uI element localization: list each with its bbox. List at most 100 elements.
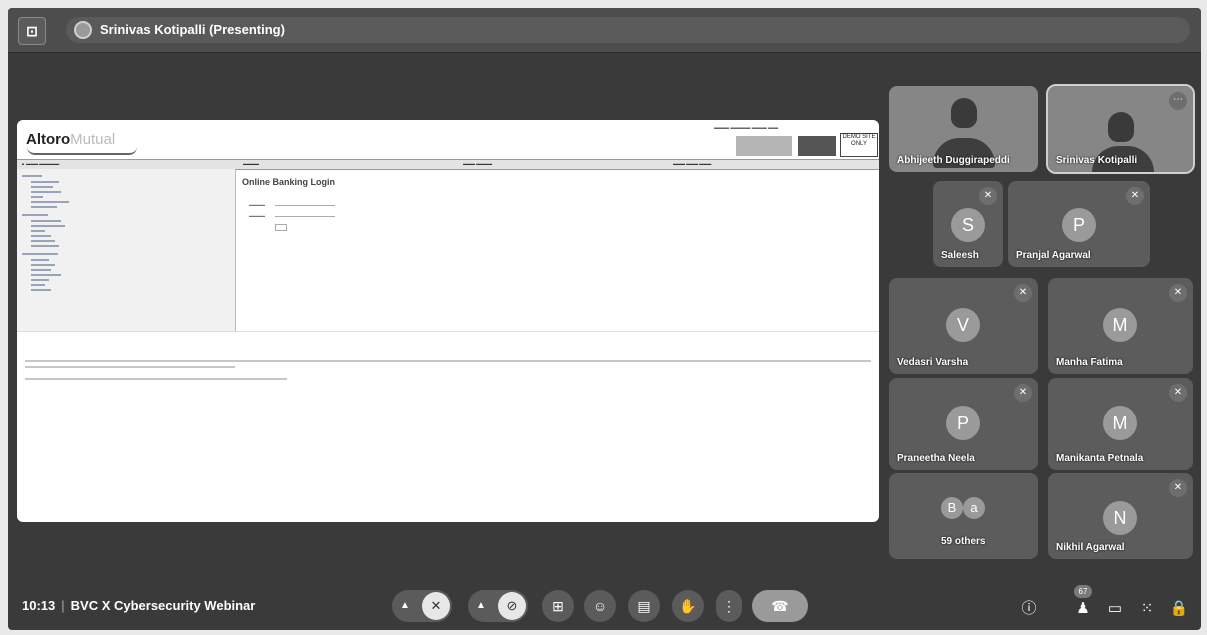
mic-off-icon: ✕ (979, 187, 997, 205)
shared-screen: AltoroMutual ▬▬▬ ▬▬▬▬ ▬▬▬ ▬▬ DEMO SITE O… (17, 120, 879, 522)
header-links: ▬▬▬ ▬▬▬▬ ▬▬▬ ▬▬ (714, 125, 779, 131)
chat-icon[interactable]: ▭ (1104, 598, 1126, 620)
menu-link[interactable] (31, 230, 45, 232)
nav-item[interactable]: ▬▬▬ ▬▬▬▬ (463, 161, 492, 166)
menu-link[interactable] (31, 186, 53, 188)
mic-off-icon: ✕ (1126, 187, 1144, 205)
chevron-up-icon[interactable]: ▲ (400, 590, 410, 622)
present-button[interactable]: ⊞ (542, 590, 574, 622)
participant-avatar: P (946, 406, 980, 440)
info-icon[interactable]: ⓘ (1018, 598, 1040, 620)
login-button[interactable] (275, 224, 287, 231)
nav-item[interactable]: ▬▬▬ ▬▬▬ ▬▬▬ (673, 161, 711, 166)
raise-hand-button[interactable]: ✋ (672, 590, 704, 622)
people-icon[interactable]: ♟ (1072, 598, 1094, 620)
participant-tile[interactable]: ✕ P Praneetha Neela (889, 378, 1038, 470)
present-screen-icon: ⊞ (552, 598, 564, 614)
menu-link[interactable] (31, 220, 61, 222)
participant-tile[interactable]: ✕ M Manikanta Petnala (1048, 378, 1193, 470)
participant-name: Praneetha Neela (897, 453, 975, 464)
disclaimer-text (25, 366, 235, 368)
menu-link[interactable] (31, 240, 55, 242)
participant-video-tile[interactable]: Abhijeeth Duggirapeddi (889, 86, 1038, 172)
mic-off-icon: ✕ (1169, 479, 1187, 497)
others-tile[interactable]: B a 59 others (889, 473, 1038, 559)
menu-link[interactable] (31, 284, 45, 286)
participant-tile[interactable]: ✕ V Vedasri Varsha (889, 278, 1038, 374)
captions-button[interactable]: ▤ (628, 590, 660, 622)
menu-link[interactable] (31, 274, 61, 276)
camera-control[interactable]: ▲ ⊘ (468, 590, 528, 622)
menu-link[interactable] (22, 175, 42, 177)
mic-off-icon: ✕ (1169, 284, 1187, 302)
participant-tile[interactable]: ✕ S Saleesh (933, 181, 1003, 267)
site-footer (17, 331, 879, 340)
presenter-avatar-icon (74, 21, 92, 39)
emoji-button[interactable]: ☺ (584, 590, 616, 622)
participant-avatar: P (1062, 208, 1096, 242)
mic-off-icon[interactable]: ✕ (422, 592, 450, 620)
meeting-info: 10:13 | BVC X Cybersecurity Webinar (22, 598, 255, 613)
participant-tile[interactable]: ✕ N Nikhil Agarwal (1048, 473, 1193, 559)
person-head (1108, 112, 1134, 142)
participant-tile[interactable]: ✕ M Manha Fatima (1048, 278, 1193, 374)
others-label: 59 others (941, 536, 986, 547)
more-options-icon[interactable]: ⋯ (1169, 92, 1187, 110)
menu-link[interactable] (22, 214, 48, 216)
nav-item[interactable]: ▲ ▬▬▬ ▬▬▬▬▬ (21, 161, 59, 166)
menu-link[interactable] (31, 289, 51, 291)
others-avatar: a (963, 497, 985, 519)
site-left-menu (17, 169, 236, 331)
participant-name: Vedasri Varsha (897, 357, 969, 368)
participant-name: Manha Fatima (1056, 357, 1123, 368)
participant-avatar: V (946, 308, 980, 342)
menu-link[interactable] (31, 201, 69, 203)
present-frame-icon[interactable]: ⊡ (18, 17, 46, 45)
mic-control[interactable]: ▲ ✕ (392, 590, 452, 622)
menu-link[interactable] (22, 253, 58, 255)
menu-link[interactable] (31, 245, 59, 247)
meeting-time: 10:13 (22, 598, 56, 613)
username-field[interactable] (275, 205, 335, 206)
password-field[interactable] (275, 216, 335, 217)
more-options-button[interactable]: ⋮ (716, 590, 742, 622)
participant-name: Saleesh (941, 250, 979, 261)
others-avatar: B (941, 497, 963, 519)
header-image (736, 136, 792, 156)
participant-avatar: M (1103, 406, 1137, 440)
participant-name: Manikanta Petnala (1056, 453, 1144, 464)
menu-link[interactable] (31, 206, 57, 208)
person-head (951, 98, 977, 128)
mic-off-icon: ✕ (1169, 384, 1187, 402)
form-label: ▬▬▬▬ (249, 202, 265, 207)
chevron-up-icon[interactable]: ▲ (476, 590, 486, 622)
logo-swoosh (27, 147, 137, 155)
menu-link[interactable] (31, 196, 43, 198)
emoji-icon: ☺ (592, 598, 608, 614)
participant-video-tile[interactable]: ⋯ Srinivas Kotipalli (1046, 84, 1195, 174)
menu-link[interactable] (31, 181, 59, 183)
participant-tile[interactable]: ✕ P Pranjal Agarwal (1008, 181, 1150, 267)
captions-icon: ▤ (637, 598, 651, 614)
leave-call-button[interactable]: ☎ (752, 590, 808, 622)
separator: | (61, 598, 65, 613)
mic-off-icon: ✕ (1014, 384, 1032, 402)
meet-window: ⊡ Srinivas Kotipalli (Presenting) Altoro… (8, 8, 1201, 630)
host-controls-icon[interactable]: 🔒 (1168, 598, 1190, 620)
participant-name: Nikhil Agarwal (1056, 542, 1125, 553)
camera-off-icon[interactable]: ⊘ (498, 592, 526, 620)
activities-icon[interactable]: ⁙ (1136, 598, 1158, 620)
participant-count-badge: 67 (1074, 585, 1092, 598)
disclaimer-text (25, 360, 871, 362)
participant-name: Pranjal Agarwal (1016, 250, 1091, 261)
menu-link[interactable] (31, 264, 55, 266)
participant-name: Srinivas Kotipalli (1056, 155, 1138, 166)
menu-link[interactable] (31, 279, 49, 281)
menu-link[interactable] (31, 269, 51, 271)
presenter-banner[interactable]: Srinivas Kotipalli (Presenting) (66, 17, 1190, 43)
menu-link[interactable] (31, 259, 49, 261)
menu-link[interactable] (31, 225, 65, 227)
nav-item[interactable]: ▬▬▬▬ (243, 161, 259, 166)
menu-link[interactable] (31, 235, 51, 237)
menu-link[interactable] (31, 191, 61, 193)
